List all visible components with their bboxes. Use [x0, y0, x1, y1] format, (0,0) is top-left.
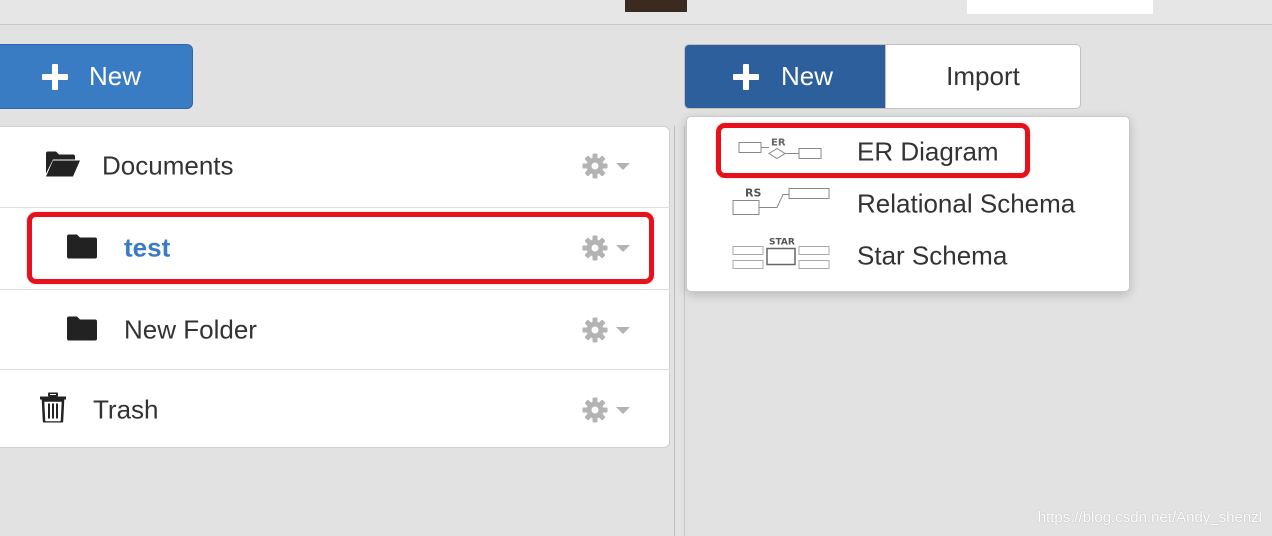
folder-options-menu[interactable] — [582, 153, 630, 179]
folder-icon — [67, 315, 97, 346]
new-diagram-button[interactable]: New — [685, 45, 885, 108]
panel-divider[interactable] — [674, 126, 675, 536]
folder-options-menu[interactable] — [582, 397, 630, 423]
gear-icon — [582, 397, 608, 423]
folder-options-menu[interactable] — [582, 235, 630, 261]
thumbnail-image — [967, 0, 1153, 14]
plus-icon — [42, 63, 68, 90]
folder-icon — [67, 233, 97, 264]
relational-schema-thumbnail-icon: RS — [731, 185, 831, 224]
new-import-button-group: New Import — [684, 44, 1081, 109]
trash-icon — [40, 392, 66, 428]
new-button-label: New — [781, 61, 834, 91]
chevron-down-icon — [616, 162, 630, 170]
import-button[interactable]: Import — [885, 45, 1080, 108]
watermark: https://blog.csdn.net/Andy_shenzl — [1037, 509, 1262, 526]
folder-item-label: Trash — [93, 394, 159, 425]
gear-icon — [582, 317, 608, 343]
gear-icon — [582, 235, 608, 261]
menu-item-label: Relational Schema — [857, 188, 1076, 219]
top-bar — [0, 0, 1272, 25]
menu-item-star-schema[interactable]: STAR Star Schema — [687, 230, 1129, 282]
chevron-down-icon — [616, 326, 630, 334]
er-thumb-label: ER — [771, 138, 786, 149]
menu-item-label: ER Diagram — [857, 136, 999, 167]
star-schema-thumbnail-icon: STAR — [731, 235, 831, 278]
import-button-label: Import — [946, 61, 1020, 91]
star-thumb-label: STAR — [769, 238, 795, 248]
thumbnail-image — [625, 0, 687, 12]
folder-item-new-folder[interactable]: New Folder — [0, 290, 670, 370]
menu-item-label: Star Schema — [857, 240, 1008, 271]
folder-item-trash[interactable]: Trash — [0, 370, 670, 450]
folder-item-label: Documents — [102, 150, 234, 181]
new-diagram-dropdown: ER ER Diagram RS Relational Schema STAR — [686, 116, 1130, 292]
new-folder-button[interactable]: New — [0, 44, 193, 109]
chevron-down-icon — [616, 244, 630, 252]
gear-icon — [582, 153, 608, 179]
new-button-label: New — [89, 61, 142, 91]
menu-item-er-diagram[interactable]: ER ER Diagram — [687, 126, 1129, 178]
er-diagram-thumbnail-icon: ER — [731, 133, 827, 172]
folder-item-label: New Folder — [124, 314, 257, 345]
plus-icon — [733, 63, 759, 90]
menu-item-relational-schema[interactable]: RS Relational Schema — [687, 178, 1129, 230]
panel-divider — [684, 126, 685, 536]
folder-open-icon — [45, 150, 81, 183]
folder-options-menu[interactable] — [582, 317, 630, 343]
folder-item-documents[interactable]: Documents — [0, 126, 670, 206]
chevron-down-icon — [616, 406, 630, 414]
folder-item-test[interactable]: test — [0, 208, 670, 288]
rs-thumb-label: RS — [745, 187, 761, 200]
folder-item-label: test — [124, 232, 171, 263]
